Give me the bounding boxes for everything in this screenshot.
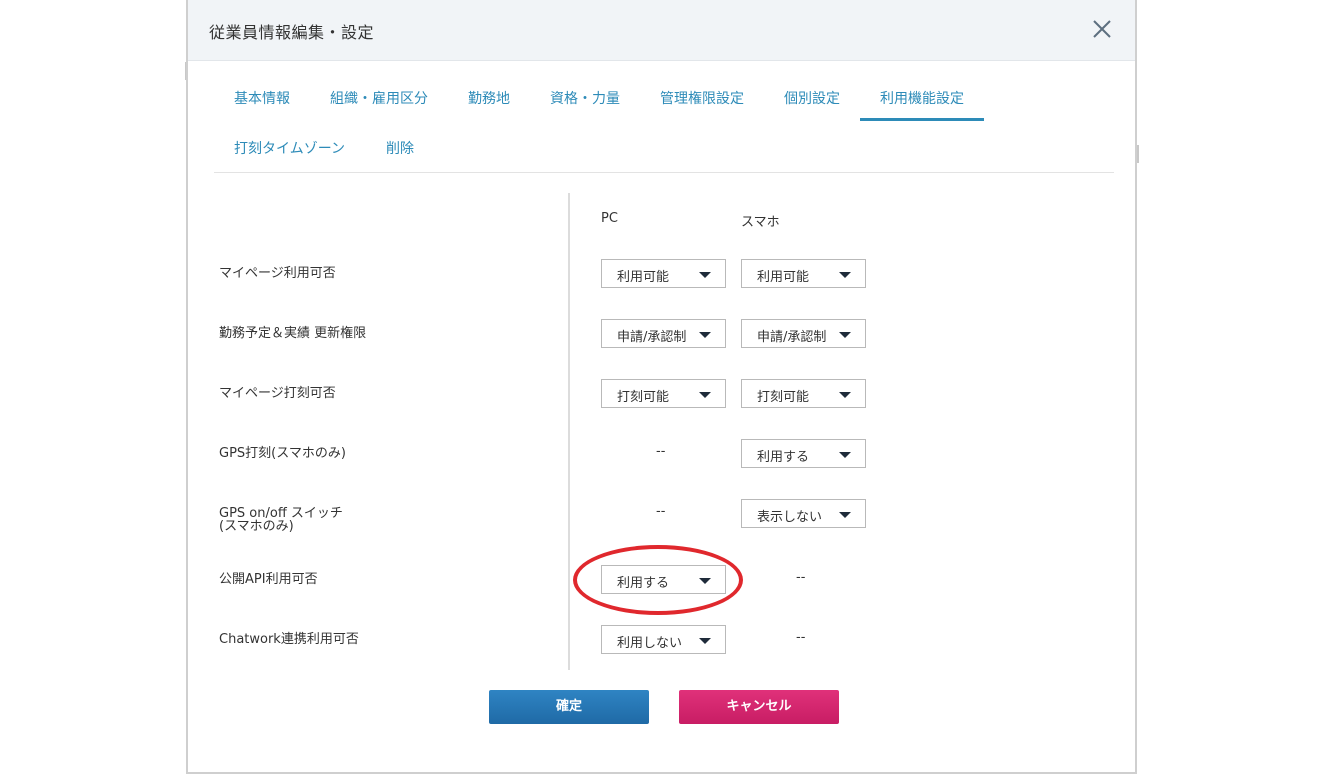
- dialog-header: 従業員情報編集・設定: [188, 0, 1135, 61]
- public-api-smartphone-na: --: [796, 570, 806, 585]
- column-header-pc: PC: [601, 211, 618, 226]
- select-value: 打刻可能: [757, 390, 810, 405]
- row-label-public-api: 公開API利用可否: [219, 572, 318, 587]
- tab-qualifications[interactable]: 資格・力量: [550, 88, 620, 108]
- select-value: 申請/承認制: [617, 330, 687, 345]
- row-label-gps-switch: GPS on/off スイッチ (スマホのみ): [219, 507, 343, 533]
- row-label-chatwork: Chatwork連携利用可否: [219, 632, 359, 647]
- select-value: 利用可能: [617, 270, 670, 285]
- row-label-gps-punch: GPS打刻(スマホのみ): [219, 446, 346, 461]
- tab-timezone[interactable]: 打刻タイムゾーン: [234, 138, 345, 158]
- active-tab-indicator: [860, 118, 984, 121]
- close-icon: [1093, 20, 1111, 38]
- background-line: [1137, 145, 1139, 163]
- caret-down-icon: [839, 512, 851, 518]
- column-divider: [568, 193, 570, 670]
- mypage-punch-pc-select[interactable]: 打刻可能: [601, 379, 726, 408]
- tab-feature-settings[interactable]: 利用機能設定: [880, 88, 964, 108]
- close-button[interactable]: [1091, 18, 1113, 40]
- chatwork-pc-select[interactable]: 利用しない: [601, 625, 726, 654]
- tabs-divider: [214, 172, 1114, 173]
- mypage-punch-smartphone-select[interactable]: 打刻可能: [741, 379, 866, 408]
- gps-punch-smartphone-select[interactable]: 利用する: [741, 439, 866, 468]
- mypage-usage-smartphone-select[interactable]: 利用可能: [741, 259, 866, 288]
- tab-delete[interactable]: 削除: [386, 138, 414, 158]
- caret-down-icon: [839, 272, 851, 278]
- employee-settings-dialog: 従業員情報編集・設定 基本情報 組織・雇用区分 勤務地 資格・力量 管理権限設定…: [186, 0, 1137, 774]
- caret-down-icon: [839, 392, 851, 398]
- row-label-schedule-update-permission: 勤務予定＆実績 更新権限: [219, 326, 367, 341]
- chatwork-smartphone-na: --: [796, 630, 806, 645]
- tab-work-location[interactable]: 勤務地: [468, 88, 510, 108]
- select-value: 打刻可能: [617, 390, 670, 405]
- mypage-usage-pc-select[interactable]: 利用可能: [601, 259, 726, 288]
- caret-down-icon: [699, 332, 711, 338]
- confirm-button[interactable]: 確定: [489, 690, 649, 724]
- caret-down-icon: [699, 578, 711, 584]
- select-value: 利用する: [617, 576, 670, 591]
- gps-switch-pc-na: --: [656, 504, 666, 519]
- schedule-update-smartphone-select[interactable]: 申請/承認制: [741, 319, 866, 348]
- public-api-pc-select[interactable]: 利用する: [601, 565, 726, 594]
- gps-switch-smartphone-select[interactable]: 表示しない: [741, 499, 866, 528]
- caret-down-icon: [839, 452, 851, 458]
- caret-down-icon: [699, 638, 711, 644]
- column-header-smartphone: スマホ: [741, 215, 780, 230]
- cancel-button[interactable]: キャンセル: [679, 690, 839, 724]
- select-value: 利用可能: [757, 270, 810, 285]
- dialog-title: 従業員情報編集・設定: [209, 23, 375, 42]
- select-value: 申請/承認制: [757, 330, 827, 345]
- tab-organization[interactable]: 組織・雇用区分: [330, 88, 428, 108]
- select-value: 表示しない: [757, 510, 823, 525]
- tab-admin-permissions[interactable]: 管理権限設定: [660, 88, 744, 108]
- row-label-mypage-punch: マイページ打刻可否: [219, 386, 336, 401]
- tab-basic-info[interactable]: 基本情報: [234, 88, 290, 108]
- select-value: 利用しない: [617, 636, 683, 651]
- gps-punch-pc-na: --: [656, 444, 666, 459]
- caret-down-icon: [699, 272, 711, 278]
- caret-down-icon: [699, 392, 711, 398]
- tab-individual-settings[interactable]: 個別設定: [784, 88, 840, 108]
- caret-down-icon: [839, 332, 851, 338]
- select-value: 利用する: [757, 450, 810, 465]
- row-label-gps-switch-line2: (スマホのみ): [219, 519, 294, 534]
- schedule-update-pc-select[interactable]: 申請/承認制: [601, 319, 726, 348]
- row-label-mypage-usage: マイページ利用可否: [219, 266, 336, 281]
